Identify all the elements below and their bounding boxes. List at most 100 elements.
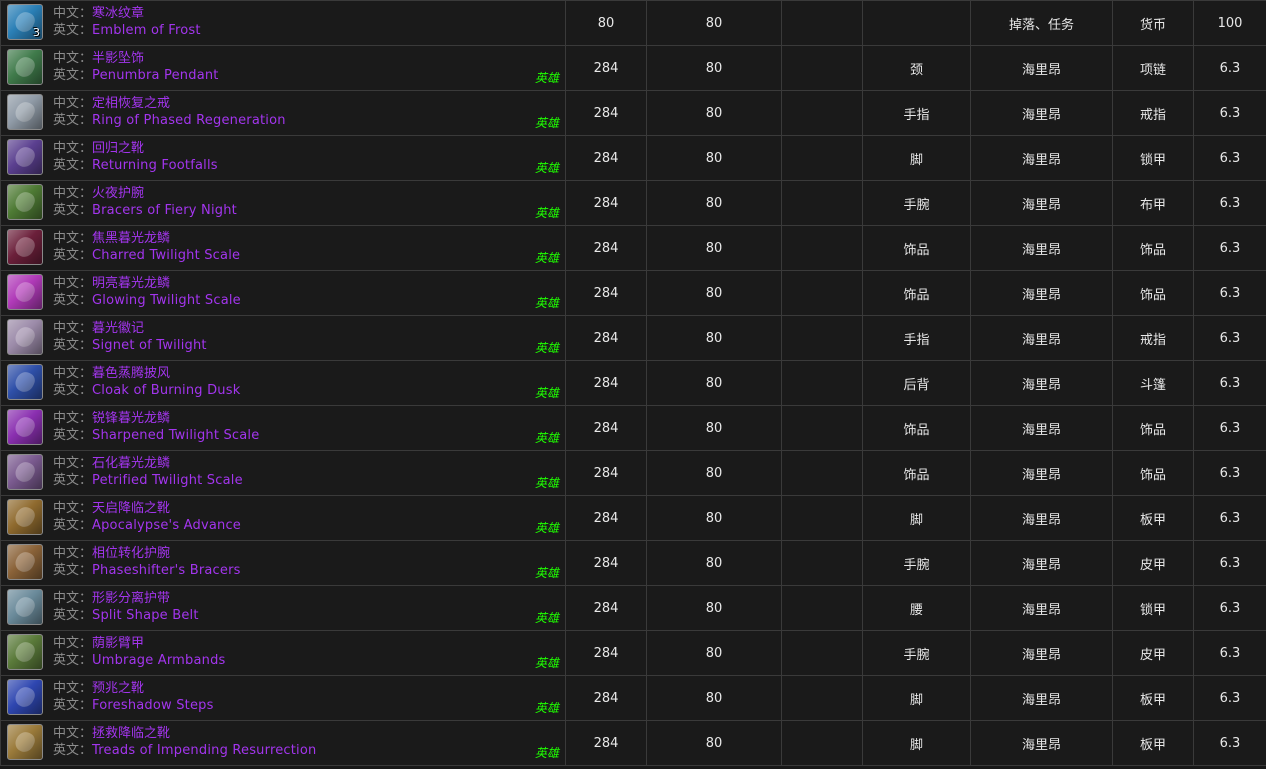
signet-of-twilight-icon[interactable] xyxy=(7,319,43,355)
stack-count: 3 xyxy=(33,26,40,39)
version-cell: 6.3 xyxy=(1193,180,1266,226)
bracers-of-fiery-night-icon[interactable] xyxy=(7,184,43,220)
umbrage-armbands-icon[interactable] xyxy=(7,634,43,670)
cn-label: 中文： xyxy=(53,276,93,291)
item-name-cn[interactable]: 半影坠饰 xyxy=(92,51,144,66)
glowing-twilight-scale-icon[interactable] xyxy=(7,274,43,310)
table-row[interactable]: 中文：焦黑暮光龙鳞 英文：Charred Twilight Scale 英雄 284 8… xyxy=(0,225,1266,271)
table-row[interactable]: 中文：暮光徽记 英文：Signet of Twilight 英雄 284 80 手指 海里昂… xyxy=(0,315,1266,361)
item-name-cn[interactable]: 相位转化护腕 xyxy=(92,546,170,561)
returning-footfalls-icon[interactable] xyxy=(7,139,43,175)
table-row[interactable]: 3 中文：寒冰纹章 英文：Emblem of Frost 80 80 掉落、任务 货币 100 xyxy=(0,0,1266,46)
source-cell[interactable]: 海里昂 xyxy=(970,315,1113,361)
item-name-en[interactable]: Sharpened Twilight Scale xyxy=(92,428,259,443)
table-row[interactable]: 中文：暮色蒸腾披风 英文：Cloak of Burning Dusk 英雄 284 80… xyxy=(0,360,1266,406)
treads-of-impending-resurrection-icon[interactable] xyxy=(7,724,43,760)
table-row[interactable]: 中文：火夜护腕 英文：Bracers of Fiery Night 英雄 284 80 手… xyxy=(0,180,1266,226)
item-name-cn[interactable]: 预兆之靴 xyxy=(92,681,144,696)
table-row[interactable]: 中文：半影坠饰 英文：Penumbra Pendant 英雄 284 80 颈海里昂 项链 6… xyxy=(0,45,1266,91)
charred-twilight-scale-icon[interactable] xyxy=(7,229,43,265)
type-cell: 皮甲 xyxy=(1112,540,1194,586)
extra-cell xyxy=(781,630,863,676)
item-name-cn[interactable]: 拯救降临之靴 xyxy=(92,726,170,741)
item-name-en[interactable]: Bracers of Fiery Night xyxy=(92,203,237,218)
heroic-tag: 英雄 xyxy=(534,251,559,265)
source-cell[interactable]: 海里昂 xyxy=(970,585,1113,631)
item-name-cn[interactable]: 明亮暮光龙鳞 xyxy=(92,276,170,291)
table-row[interactable]: 中文：锐锋暮光龙鳞 英文：Sharpened Twilight Scale 英雄 28… xyxy=(0,405,1266,451)
required-level-cell: 80 xyxy=(646,315,782,361)
item-name-en[interactable]: Glowing Twilight Scale xyxy=(92,293,241,308)
item-name-cn[interactable]: 焦黑暮光龙鳞 xyxy=(92,231,170,246)
item-name-en[interactable]: Foreshadow Steps xyxy=(92,698,214,713)
item-name-cn[interactable]: 天启降临之靴 xyxy=(92,501,170,516)
item-name-cn[interactable]: 锐锋暮光龙鳞 xyxy=(92,411,170,426)
item-level-cell: 284 xyxy=(565,45,647,91)
table-row[interactable]: 中文：回归之靴 英文：Returning Footfalls 英雄 284 80 脚海里昂… xyxy=(0,135,1266,181)
item-name-en[interactable]: Phaseshifter's Bracers xyxy=(92,563,241,578)
item-cell: 中文：形影分离护带 英文：Split Shape Belt 英雄 xyxy=(0,585,566,631)
cn-label: 中文： xyxy=(53,141,93,156)
en-label: 英文： xyxy=(53,563,93,578)
petrified-twilight-scale-icon[interactable] xyxy=(7,454,43,490)
item-name-en[interactable]: Charred Twilight Scale xyxy=(92,248,240,263)
source-cell[interactable]: 海里昂 xyxy=(970,360,1113,406)
source-cell[interactable]: 海里昂 xyxy=(970,180,1113,226)
penumbra-pendant-icon[interactable] xyxy=(7,49,43,85)
cloak-of-burning-dusk-icon[interactable] xyxy=(7,364,43,400)
extra-cell xyxy=(781,540,863,586)
item-name-cn[interactable]: 荫影臂甲 xyxy=(92,636,144,651)
split-shape-belt-icon[interactable] xyxy=(7,589,43,625)
item-name-en[interactable]: Petrified Twilight Scale xyxy=(92,473,243,488)
source-cell[interactable]: 海里昂 xyxy=(970,675,1113,721)
source-cell[interactable]: 海里昂 xyxy=(970,540,1113,586)
item-name-cn[interactable]: 暮光徽记 xyxy=(92,321,144,336)
source-cell[interactable]: 海里昂 xyxy=(970,630,1113,676)
table-row[interactable]: 中文：相位转化护腕 英文：Phaseshifter's Bracers 英雄 284 8… xyxy=(0,540,1266,586)
sharpened-twilight-scale-icon[interactable] xyxy=(7,409,43,445)
item-name-en[interactable]: Returning Footfalls xyxy=(92,158,218,173)
source-cell[interactable]: 海里昂 xyxy=(970,135,1113,181)
table-row[interactable]: 中文：荫影臂甲 英文：Umbrage Armbands 英雄 284 80 手腕 海里昂 皮甲… xyxy=(0,630,1266,676)
table-row[interactable]: 中文：定相恢复之戒 英文：Ring of Phased Regeneration 英… xyxy=(0,90,1266,136)
source-cell[interactable]: 海里昂 xyxy=(970,495,1113,541)
item-name-cn[interactable]: 暮色蒸腾披风 xyxy=(92,366,170,381)
phaseshifters-bracers-icon[interactable] xyxy=(7,544,43,580)
item-name-en[interactable]: Apocalypse's Advance xyxy=(92,518,241,533)
table-row[interactable]: 中文：天启降临之靴 英文：Apocalypse's Advance 英雄 284 80 脚… xyxy=(0,495,1266,541)
table-row[interactable]: 中文：石化暮光龙鳞 英文：Petrified Twilight Scale 英雄 28… xyxy=(0,450,1266,496)
emblem-of-frost-icon[interactable]: 3 xyxy=(7,4,43,40)
source-cell[interactable]: 掉落、任务 xyxy=(970,0,1113,46)
table-row[interactable]: 中文：形影分离护带 英文：Split Shape Belt 英雄 284 80 腰海里昂锁… xyxy=(0,585,1266,631)
source-cell[interactable]: 海里昂 xyxy=(970,270,1113,316)
item-name-cn[interactable]: 火夜护腕 xyxy=(92,186,144,201)
extra-cell xyxy=(781,225,863,271)
source-cell[interactable]: 海里昂 xyxy=(970,450,1113,496)
source-cell[interactable]: 海里昂 xyxy=(970,45,1113,91)
source-cell[interactable]: 海里昂 xyxy=(970,90,1113,136)
table-row[interactable]: 中文：明亮暮光龙鳞 英文：Glowing Twilight Scale 英雄 284 8… xyxy=(0,270,1266,316)
source-cell[interactable]: 海里昂 xyxy=(970,720,1113,766)
item-name-en[interactable]: Cloak of Burning Dusk xyxy=(92,383,240,398)
source-cell[interactable]: 海里昂 xyxy=(970,225,1113,271)
ring-of-phased-regeneration-icon[interactable] xyxy=(7,94,43,130)
source-cell[interactable]: 海里昂 xyxy=(970,405,1113,451)
item-name-en[interactable]: Signet of Twilight xyxy=(92,338,207,353)
item-name-en[interactable]: Umbrage Armbands xyxy=(92,653,225,668)
item-name-en[interactable]: Penumbra Pendant xyxy=(92,68,219,83)
required-level-cell: 80 xyxy=(646,405,782,451)
item-name-en[interactable]: Ring of Phased Regeneration xyxy=(92,113,286,128)
item-name-cn[interactable]: 形影分离护带 xyxy=(92,591,170,606)
item-name-cn[interactable]: 石化暮光龙鳞 xyxy=(92,456,170,471)
slot-cell xyxy=(862,0,971,46)
item-name-cn[interactable]: 定相恢复之戒 xyxy=(92,96,170,111)
item-name-en[interactable]: Emblem of Frost xyxy=(92,23,201,38)
item-name-en[interactable]: Treads of Impending Resurrection xyxy=(92,743,316,758)
apocalypses-advance-icon[interactable] xyxy=(7,499,43,535)
foreshadow-steps-icon[interactable] xyxy=(7,679,43,715)
item-name-cn[interactable]: 寒冰纹章 xyxy=(92,6,144,21)
table-row[interactable]: 中文：预兆之靴 英文：Foreshadow Steps 英雄 284 80 脚海里昂 板甲 6… xyxy=(0,675,1266,721)
table-row[interactable]: 中文：拯救降临之靴 英文：Treads of Impending Resurrec… xyxy=(0,720,1266,766)
item-name-en[interactable]: Split Shape Belt xyxy=(92,608,199,623)
item-name-cn[interactable]: 回归之靴 xyxy=(92,141,144,156)
